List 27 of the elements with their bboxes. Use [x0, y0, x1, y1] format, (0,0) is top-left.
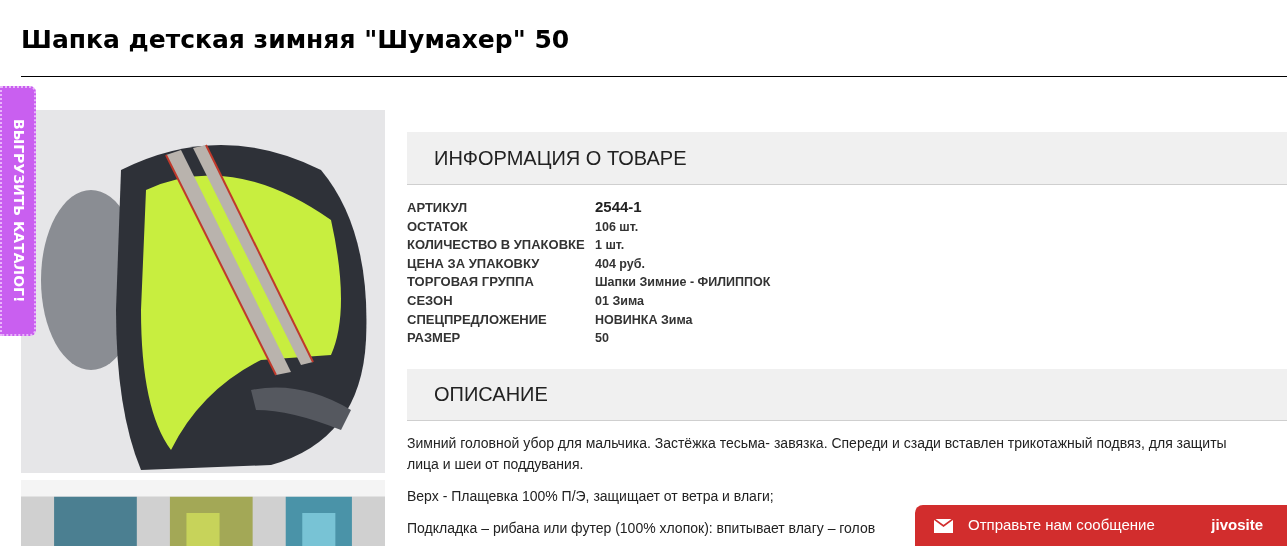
chat-widget[interactable]: Отправьте нам сообщение jivosite — [915, 505, 1287, 546]
field-label: СЕЗОН — [407, 291, 454, 310]
field-value: 106 шт. — [595, 218, 639, 236]
field-value: 01 Зима — [595, 292, 644, 310]
field-value: 50 — [595, 330, 609, 348]
field-value: 1 шт. — [595, 237, 625, 255]
field-label: ОСТАТОК — [407, 217, 469, 236]
section-heading: ИНФОРМАЦИЯ О ТОВАРЕ — [434, 146, 687, 171]
section-heading: ОПИСАНИЕ — [434, 382, 548, 408]
field-label: ТОРГОВАЯ ГРУППА — [407, 273, 535, 292]
page-title: Шапка детская зимняя "Шумахер" 50 — [21, 24, 570, 56]
description-paragraph: Подкладка – рибана или футер (100% хлопок): впитывает влагу – голов — [407, 518, 876, 538]
field-label: КОЛИЧЕСТВО В УПАКОВКЕ — [407, 236, 586, 255]
brand-logo: jivosite — [1211, 515, 1263, 536]
envelope-icon — [934, 518, 953, 533]
side-tab[interactable]: ВЫГРУЗИТЬ КАТАЛОГ! — [0, 86, 36, 336]
field-label: СПЕЦПРЕДЛОЖЕНИЕ — [407, 310, 548, 329]
field-value: 2544-1 — [595, 197, 642, 217]
chat-label: Отправьте нам сообщение — [968, 515, 1155, 536]
field-label: ЦЕНА ЗА УПАКОВКУ — [407, 254, 541, 273]
field-label: РАЗМЕР — [407, 329, 462, 348]
field-value: 404 руб. — [595, 255, 645, 273]
description-paragraph: Верх - Плащевка 100% П/Э, защищает от ветра и влаги; — [407, 486, 774, 506]
description-paragraph: Зимний головной убор для мальчика. Застёжка тесьма- завязка. Спереди и сзади вставлен трикотажный подвяз, для защиты лица и шеи от поддувания. — [407, 433, 1228, 474]
field-label: АРТИКУЛ — [407, 199, 469, 217]
field-value: НОВИНКА Зима — [595, 311, 693, 329]
field-value: Шапки Зимние - ФИЛИППОК — [595, 274, 771, 292]
